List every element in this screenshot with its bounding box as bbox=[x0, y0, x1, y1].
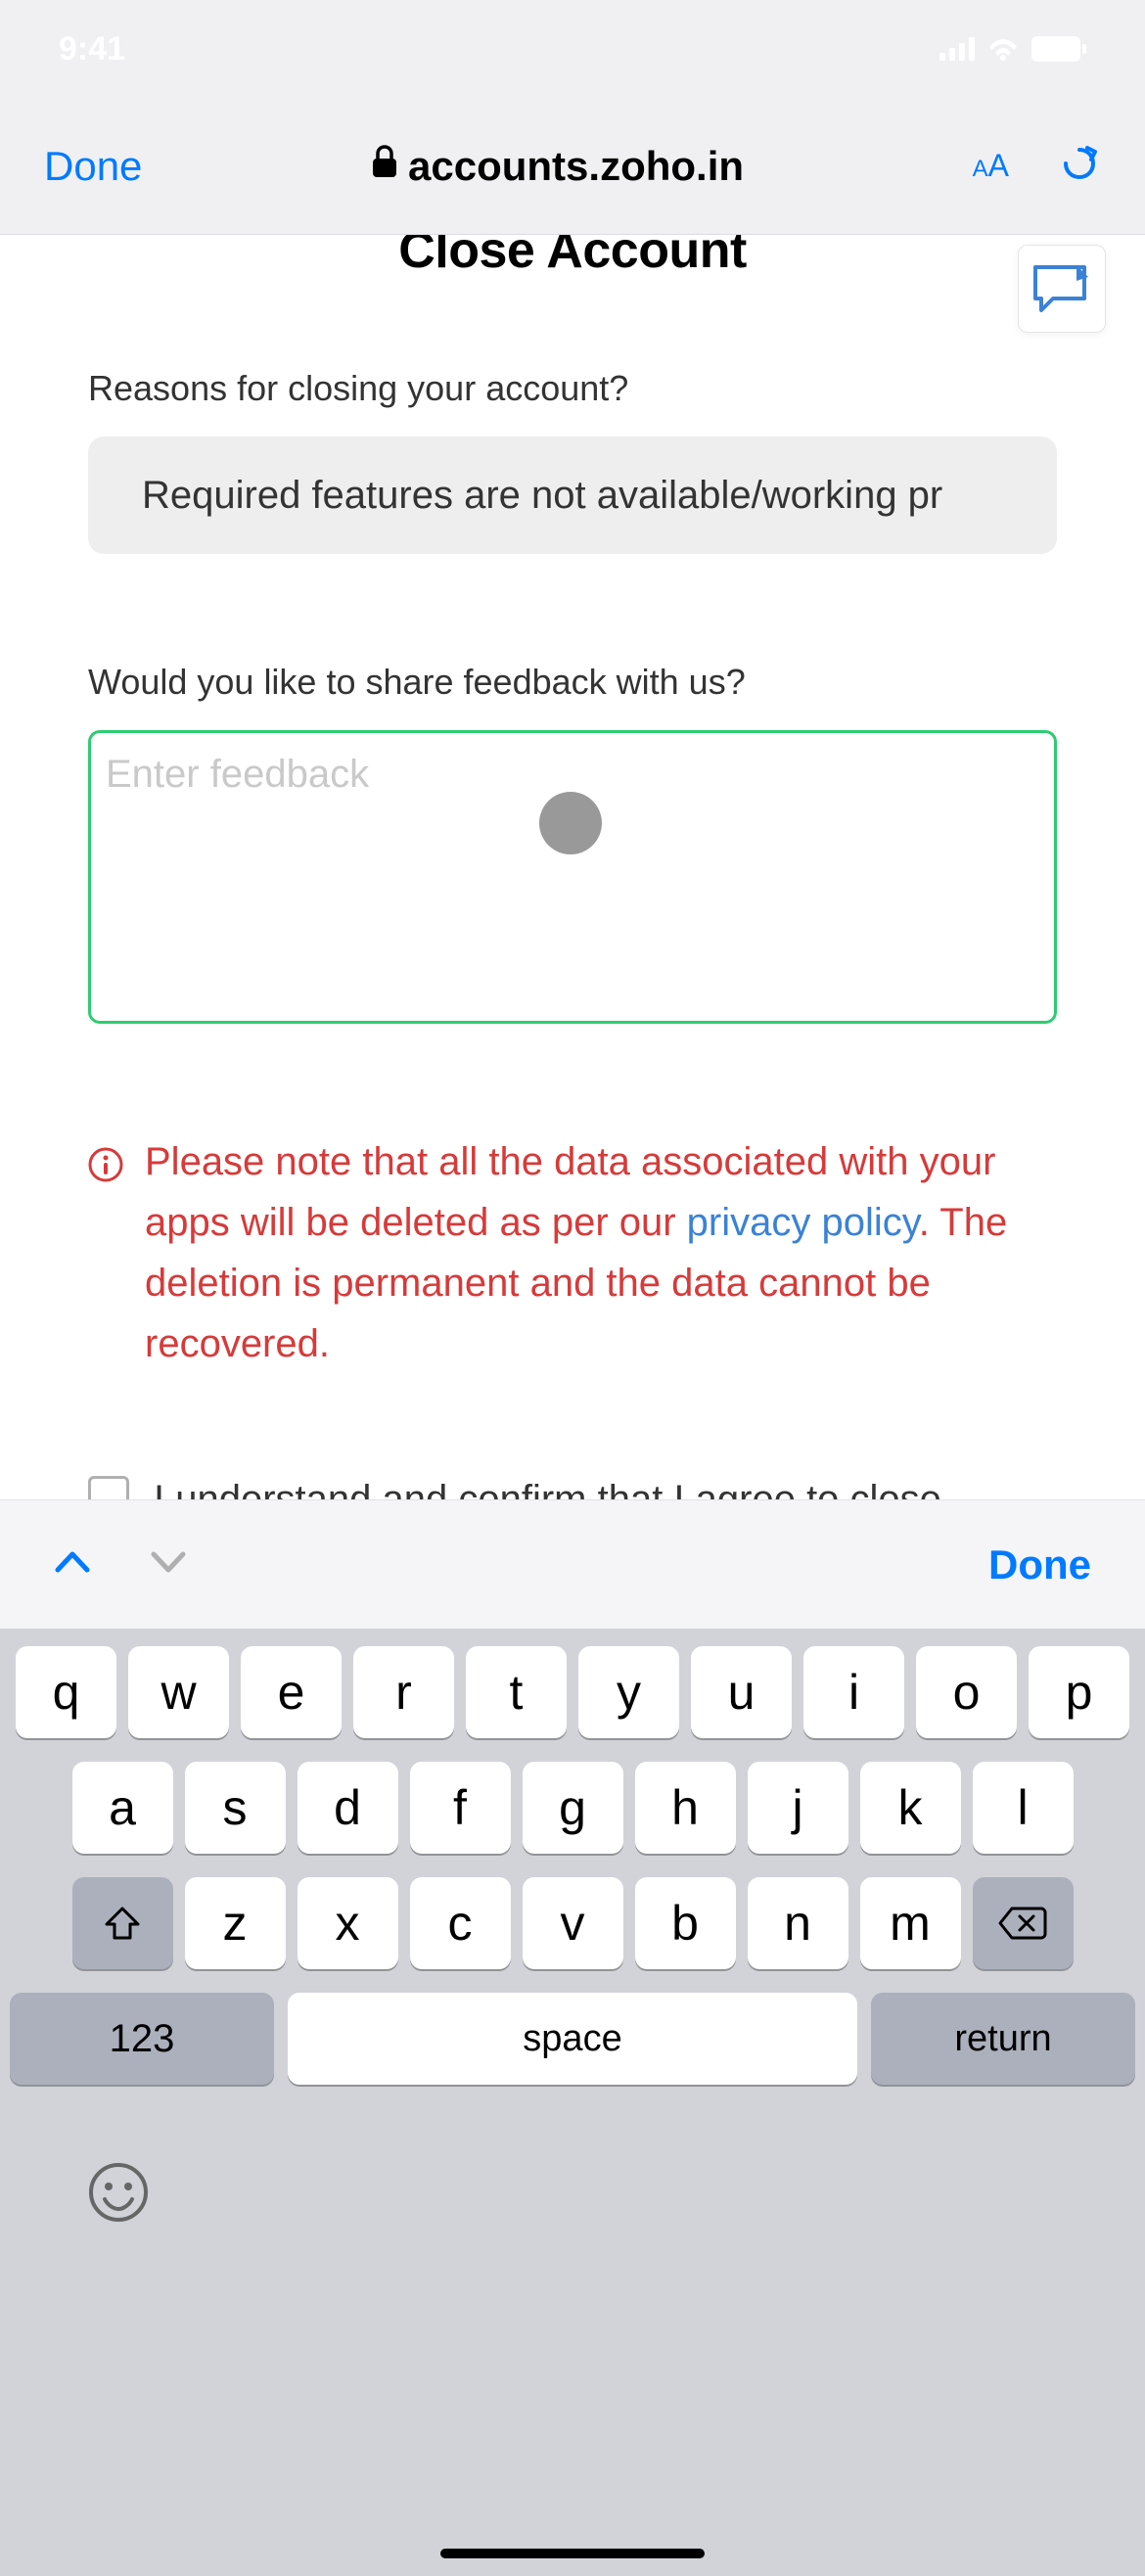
status-time: 9:41 bbox=[59, 30, 125, 69]
keyboard-bottom-row bbox=[10, 2108, 1135, 2228]
home-indicator[interactable] bbox=[440, 2549, 705, 2558]
key-j[interactable]: j bbox=[748, 1762, 848, 1854]
key-l[interactable]: l bbox=[973, 1762, 1074, 1854]
key-u[interactable]: u bbox=[691, 1646, 792, 1738]
reason-value: Required features are not available/work… bbox=[142, 474, 942, 518]
key-space[interactable]: space bbox=[288, 1993, 857, 2085]
backspace-icon bbox=[998, 1905, 1047, 1942]
key-f[interactable]: f bbox=[410, 1762, 511, 1854]
emoji-button[interactable] bbox=[88, 2162, 149, 2228]
key-r[interactable]: r bbox=[353, 1646, 454, 1738]
key-s[interactable]: s bbox=[185, 1762, 286, 1854]
confirm-label: I understand and confirm that I agree to… bbox=[154, 1472, 941, 1499]
warning-message: Please note that all the data associated… bbox=[88, 1131, 1057, 1374]
key-b[interactable]: b bbox=[635, 1877, 736, 1969]
page-content: Close Account Reasons for closing your a… bbox=[0, 235, 1145, 1499]
key-d[interactable]: d bbox=[298, 1762, 398, 1854]
shift-icon bbox=[102, 1903, 143, 1944]
key-q[interactable]: q bbox=[16, 1646, 116, 1738]
browser-bar: Done accounts.zoho.in AA bbox=[0, 98, 1145, 235]
key-e[interactable]: e bbox=[241, 1646, 342, 1738]
key-backspace[interactable] bbox=[973, 1877, 1074, 1969]
browser-done-button[interactable]: Done bbox=[44, 143, 142, 190]
emoji-icon bbox=[88, 2162, 149, 2223]
key-x[interactable]: x bbox=[298, 1877, 398, 1969]
keyboard-done-button[interactable]: Done bbox=[988, 1541, 1091, 1588]
url-text: accounts.zoho.in bbox=[408, 143, 744, 190]
chat-button[interactable] bbox=[1018, 245, 1106, 333]
key-w[interactable]: w bbox=[128, 1646, 229, 1738]
key-y[interactable]: y bbox=[578, 1646, 679, 1738]
confirm-checkbox-row[interactable]: I understand and confirm that I agree to… bbox=[88, 1472, 1057, 1499]
key-i[interactable]: i bbox=[803, 1646, 904, 1738]
lock-icon bbox=[371, 145, 398, 187]
key-o[interactable]: o bbox=[916, 1646, 1017, 1738]
next-field-button[interactable] bbox=[150, 1550, 187, 1579]
key-row-2: a s d f g h j k l bbox=[10, 1762, 1135, 1854]
page-title: Close Account bbox=[0, 235, 1145, 280]
key-row-4: 123 space return bbox=[10, 1993, 1135, 2085]
status-bar: 9:41 bbox=[0, 0, 1145, 98]
key-row-3: z x c v b n m bbox=[10, 1877, 1135, 1969]
info-icon bbox=[88, 1139, 123, 1374]
touch-indicator bbox=[539, 792, 602, 854]
key-row-1: q w e r t y u i o p bbox=[10, 1646, 1135, 1738]
key-m[interactable]: m bbox=[860, 1877, 961, 1969]
reload-button[interactable] bbox=[1058, 142, 1101, 190]
chat-icon bbox=[1031, 263, 1092, 314]
key-v[interactable]: v bbox=[523, 1877, 623, 1969]
wifi-icon bbox=[986, 37, 1020, 61]
key-k[interactable]: k bbox=[860, 1762, 961, 1854]
keyboard: q w e r t y u i o p a s d f g h j k l z … bbox=[0, 1629, 1145, 2576]
reason-label: Reasons for closing your account? bbox=[88, 368, 1057, 409]
privacy-policy-link[interactable]: privacy policy bbox=[687, 1201, 919, 1244]
key-a[interactable]: a bbox=[72, 1762, 173, 1854]
confirm-checkbox[interactable] bbox=[88, 1476, 129, 1499]
text-size-button[interactable]: AA bbox=[973, 148, 1009, 184]
key-g[interactable]: g bbox=[523, 1762, 623, 1854]
key-n[interactable]: n bbox=[748, 1877, 848, 1969]
feedback-input[interactable]: Enter feedback bbox=[88, 730, 1057, 1024]
keyboard-accessory-bar: Done bbox=[0, 1499, 1145, 1629]
key-p[interactable]: p bbox=[1029, 1646, 1129, 1738]
key-numbers[interactable]: 123 bbox=[10, 1993, 274, 2085]
cellular-icon bbox=[939, 37, 975, 61]
key-return[interactable]: return bbox=[871, 1993, 1135, 2085]
key-z[interactable]: z bbox=[185, 1877, 286, 1969]
reason-select[interactable]: Required features are not available/work… bbox=[88, 437, 1057, 554]
battery-icon bbox=[1031, 36, 1086, 62]
prev-field-button[interactable] bbox=[54, 1550, 91, 1579]
url-bar[interactable]: accounts.zoho.in bbox=[142, 143, 972, 190]
key-h[interactable]: h bbox=[635, 1762, 736, 1854]
key-t[interactable]: t bbox=[466, 1646, 567, 1738]
key-shift[interactable] bbox=[72, 1877, 173, 1969]
status-indicators bbox=[939, 36, 1086, 62]
feedback-label: Would you like to share feedback with us… bbox=[88, 662, 1057, 703]
feedback-placeholder: Enter feedback bbox=[106, 753, 369, 796]
key-c[interactable]: c bbox=[410, 1877, 511, 1969]
